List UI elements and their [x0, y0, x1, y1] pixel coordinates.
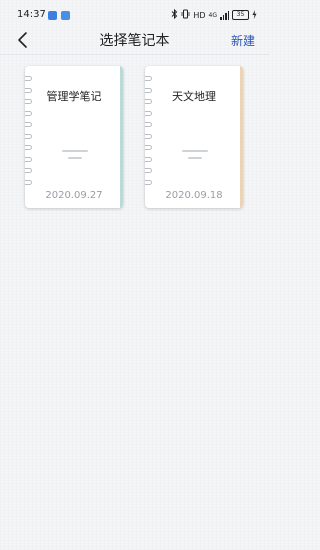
- binder-ring: [145, 156, 152, 162]
- signal-type-label: 4G: [208, 11, 217, 19]
- binder-ring: [145, 168, 152, 173]
- binder-ring: [25, 110, 32, 116]
- notebook-decoration-line: [68, 157, 82, 159]
- binder-ring: [145, 122, 152, 127]
- notebook-decoration-line: [182, 150, 208, 152]
- binder-ring: [25, 122, 32, 127]
- notebook-date: 2020.09.27: [45, 190, 103, 201]
- page-title: 选择笔记本: [99, 33, 170, 49]
- vibrate-icon: [181, 9, 190, 21]
- notebook-decoration-line: [62, 150, 88, 152]
- status-icons: HD 4G 35: [171, 8, 257, 21]
- binder-ring: [25, 145, 32, 150]
- binder-ring: [145, 110, 152, 116]
- status-time: 14:37: [17, 9, 46, 20]
- notebook-card[interactable]: 天文地理 2020.09.18: [145, 66, 243, 208]
- network-type-label: HD: [193, 10, 206, 20]
- notebook-title: 天文地理: [172, 90, 216, 103]
- charging-icon: [252, 9, 257, 21]
- app-header: 选择笔记本 新建: [0, 26, 269, 54]
- notebook-title: 管理学笔记: [46, 90, 102, 103]
- binder-ring: [25, 156, 32, 162]
- binder-ring: [25, 168, 32, 173]
- binder-ring: [145, 179, 152, 185]
- battery-icon: 35: [232, 10, 249, 20]
- binder-ring: [25, 76, 32, 81]
- notebook-card[interactable]: 管理学笔记 2020.09.27: [25, 66, 123, 208]
- notebook-spine: [240, 66, 243, 208]
- binder-ring: [145, 145, 152, 150]
- binder-ring: [25, 133, 32, 139]
- binder-ring: [145, 76, 152, 81]
- gallery-notification-icon: [48, 11, 57, 20]
- notebook-decoration-line: [188, 157, 202, 159]
- notebook-spine: [120, 66, 123, 208]
- binder-ring: [25, 179, 32, 185]
- notebook-date: 2020.09.18: [165, 190, 223, 201]
- binder-ring: [145, 133, 152, 139]
- header-divider: [0, 54, 269, 55]
- new-notebook-button[interactable]: 新建: [231, 32, 255, 49]
- signal-strength-icon: [220, 10, 229, 20]
- bluetooth-icon: [171, 8, 178, 21]
- app-notification-icon: [61, 11, 70, 20]
